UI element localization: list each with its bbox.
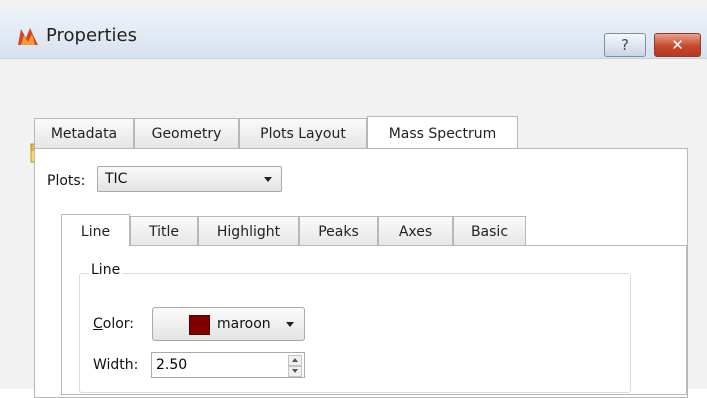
tab-peaks[interactable]: Peaks bbox=[299, 216, 378, 246]
spin-down-icon[interactable] bbox=[288, 366, 302, 377]
title-bar: Properties ? ✕ bbox=[0, 8, 707, 59]
app-logo-icon bbox=[18, 28, 38, 45]
tab-mass-spectrum[interactable]: Mass Spectrum bbox=[367, 116, 518, 148]
toolbar bbox=[0, 60, 707, 166]
width-spinbox[interactable] bbox=[151, 352, 305, 378]
tab-axes[interactable]: Axes bbox=[378, 216, 453, 246]
tab-plots-layout[interactable]: Plots Layout bbox=[239, 118, 367, 148]
help-button[interactable]: ? bbox=[604, 33, 646, 57]
tab-geometry[interactable]: Geometry bbox=[134, 118, 239, 148]
window-title: Properties bbox=[46, 25, 137, 46]
plots-selected-value: TIC bbox=[105, 171, 128, 187]
color-picker-button[interactable]: maroon bbox=[152, 307, 305, 341]
color-swatch bbox=[189, 315, 210, 335]
tab-metadata[interactable]: Metadata bbox=[34, 118, 134, 148]
color-label-mnemonic: C bbox=[93, 316, 103, 332]
tab-title[interactable]: Title bbox=[130, 216, 198, 246]
plots-combobox[interactable]: TIC bbox=[97, 166, 282, 192]
chevron-down-icon bbox=[264, 177, 272, 182]
tab-line[interactable]: Line bbox=[61, 214, 130, 246]
width-input[interactable] bbox=[156, 356, 284, 374]
color-label: Color: bbox=[93, 316, 134, 332]
color-value: maroon bbox=[217, 316, 271, 332]
color-label-rest: olor: bbox=[102, 316, 135, 332]
width-label: Width: bbox=[93, 357, 139, 373]
tab-highlight[interactable]: Highlight bbox=[198, 216, 299, 246]
properties-window: Properties ? ✕ Metadata Geometry Plots L… bbox=[0, 0, 707, 398]
line-group-title: Line bbox=[89, 262, 123, 278]
close-button[interactable]: ✕ bbox=[654, 33, 701, 57]
plots-label: Plots: bbox=[47, 173, 86, 189]
tab-basic[interactable]: Basic bbox=[453, 216, 526, 246]
chevron-down-icon bbox=[286, 322, 294, 327]
spin-up-icon[interactable] bbox=[288, 355, 302, 366]
